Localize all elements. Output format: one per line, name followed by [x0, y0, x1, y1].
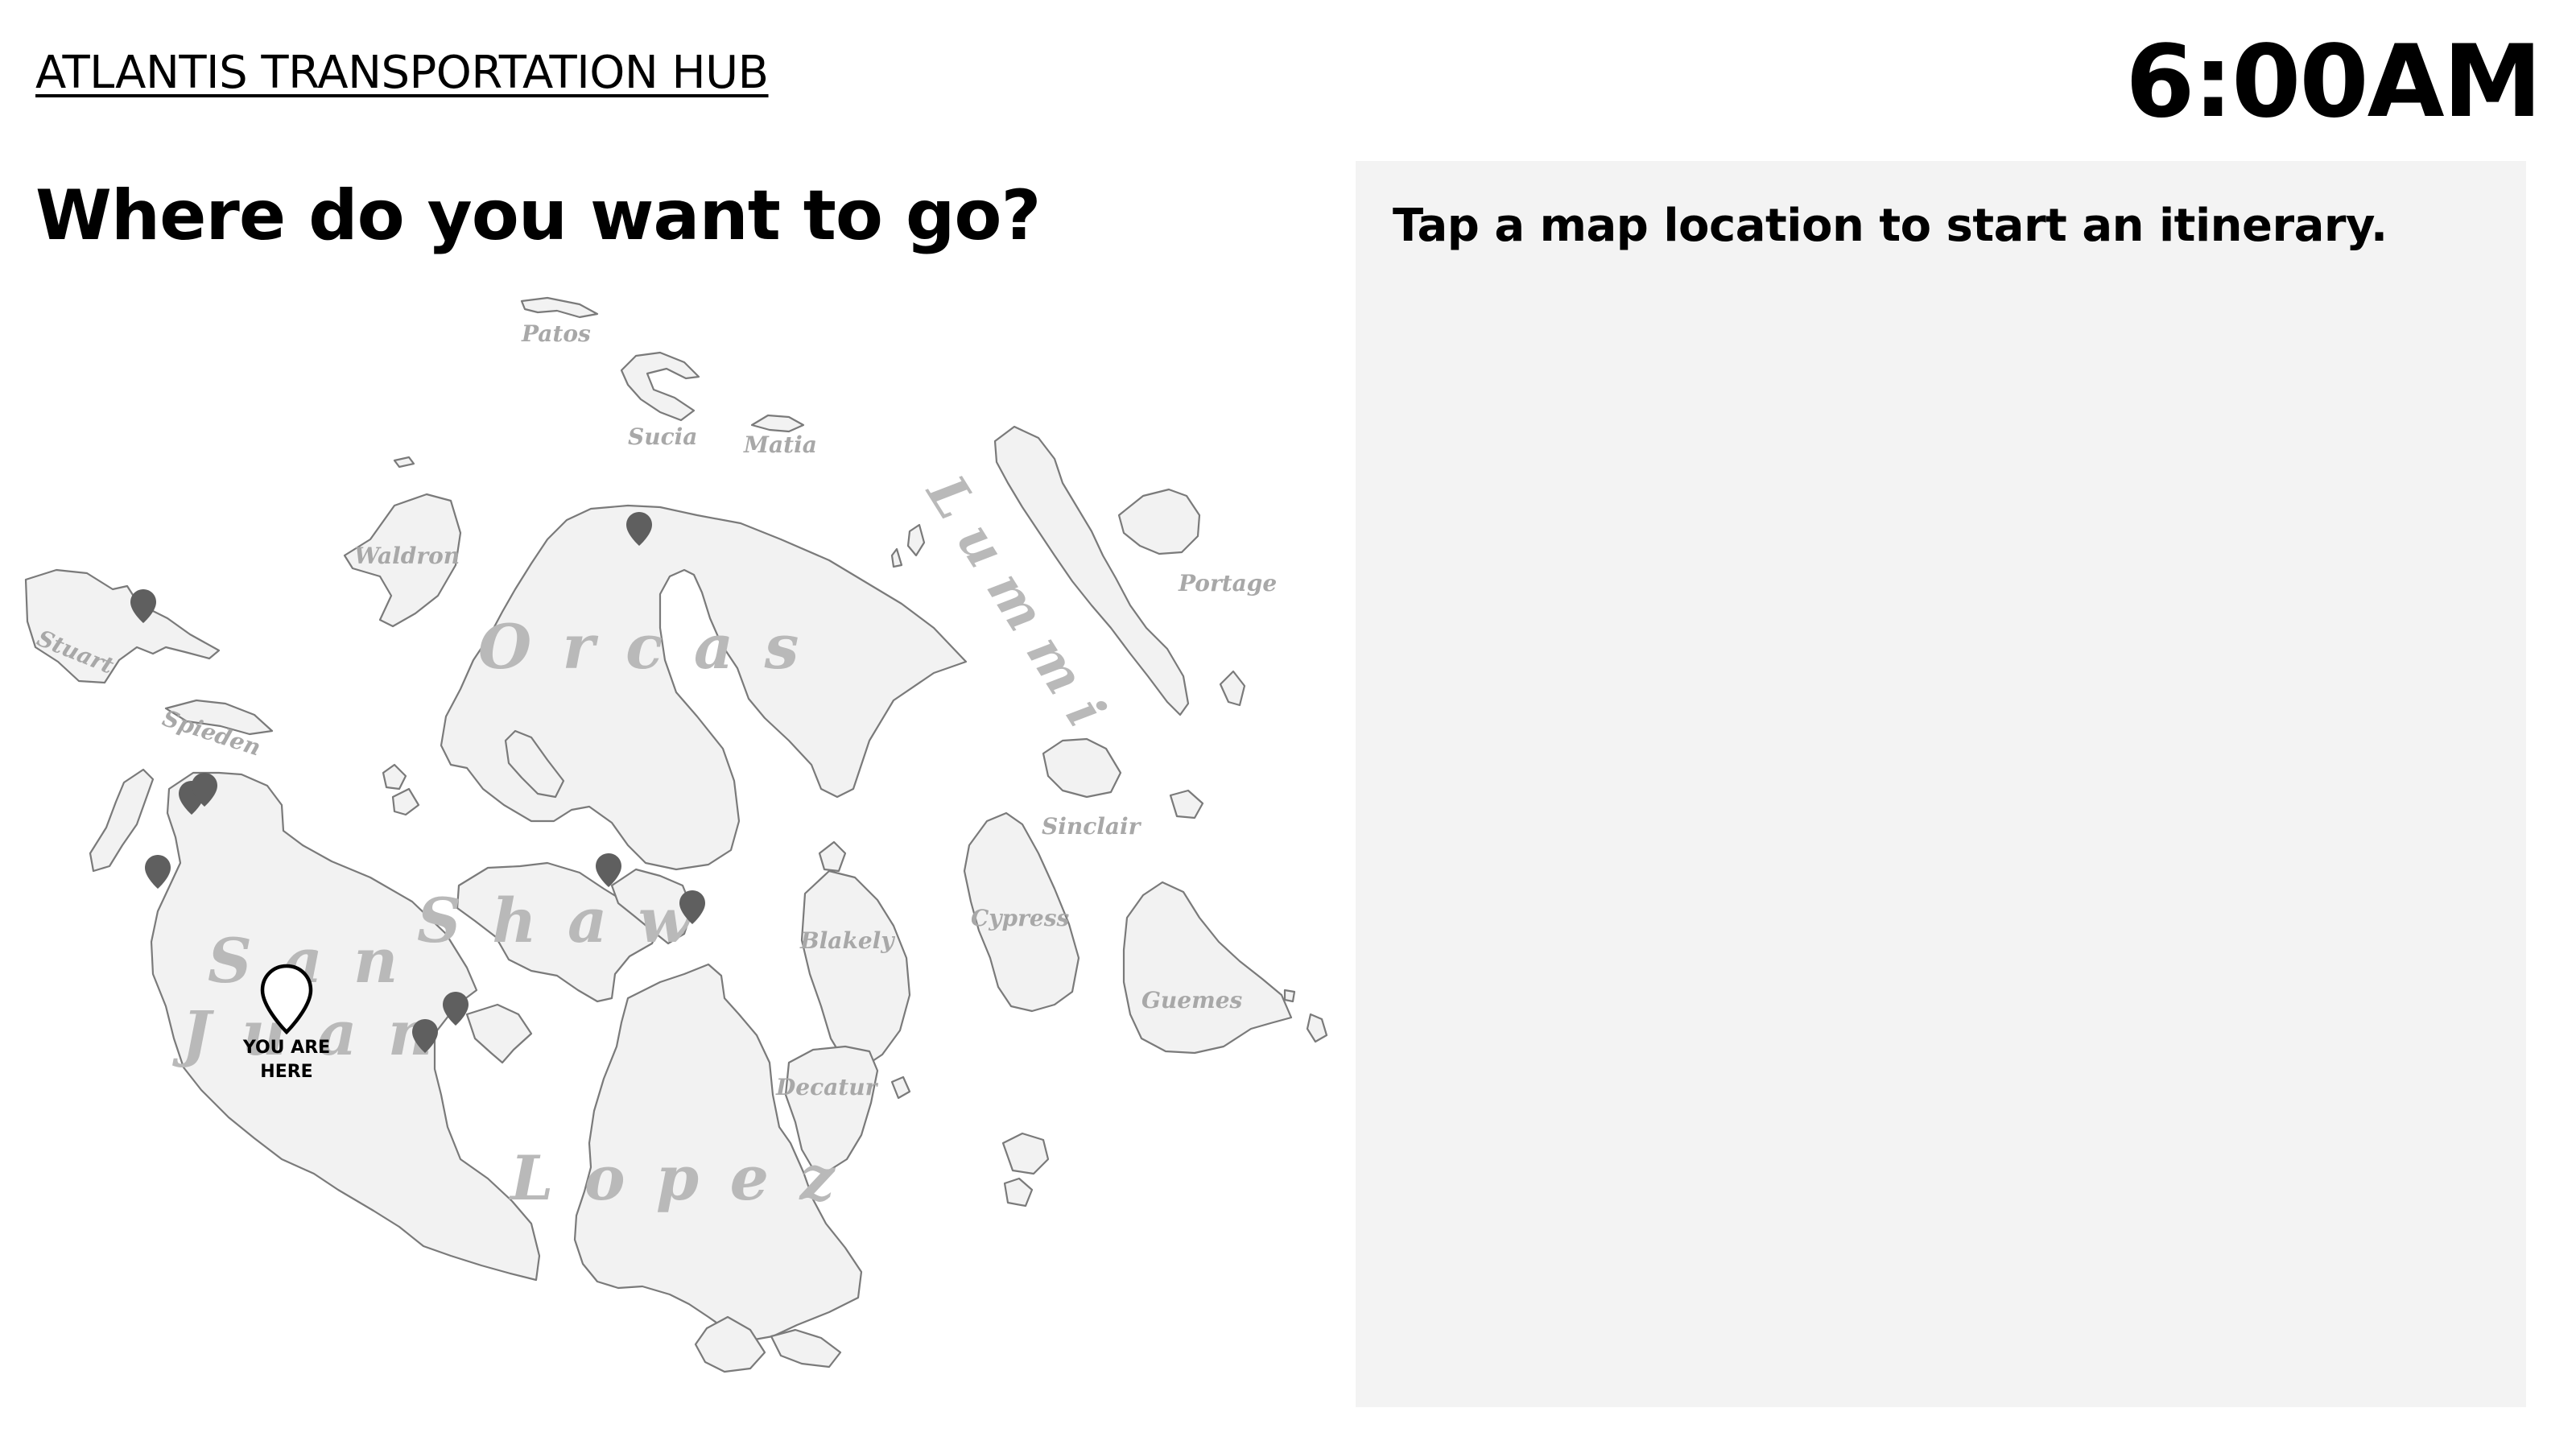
island-lopez-islet — [770, 1328, 842, 1368]
map-canvas[interactable]: O r c a s S h a w S a n J u a n L o p e … — [16, 290, 1344, 1385]
page-title: Where do you want to go? — [35, 175, 1041, 256]
rock-5 — [1283, 989, 1296, 1003]
island-johns — [89, 768, 155, 873]
location-pin[interactable] — [443, 992, 469, 1026]
label-lopez: L o p e z — [509, 1142, 840, 1214]
label-waldron: Waldron — [354, 543, 460, 569]
label-cypress: Cypress — [971, 905, 1069, 931]
label-matia: Matia — [743, 431, 817, 458]
hub-title: ATLANTIS TRANSPORTATION HUB — [35, 47, 769, 99]
island-obstruction — [818, 840, 847, 873]
rock-3 — [890, 547, 903, 568]
label-sinclair: Sinclair — [1042, 813, 1142, 840]
island-frost — [382, 763, 407, 791]
island-east-islet — [1219, 670, 1246, 707]
island-orcas — [440, 504, 968, 871]
island-patos — [520, 296, 599, 319]
rock-2 — [906, 523, 926, 557]
rock-1 — [393, 456, 415, 469]
label-orcas: O r c a s — [478, 611, 803, 683]
itinerary-hint: Tap a map location to start an itinerary… — [1393, 200, 2388, 252]
island-vendovi — [1169, 789, 1204, 819]
island-map[interactable]: O r c a s S h a w S a n J u a n L o p e … — [16, 290, 1344, 1385]
island-pearl — [465, 1003, 533, 1064]
island-blakely — [800, 869, 911, 1069]
label-portage: Portage — [1178, 570, 1277, 597]
rock-4 — [1306, 1013, 1328, 1043]
you-are-here-line2: HERE — [260, 1062, 312, 1082]
island-sucia — [620, 351, 700, 422]
label-patos: Patos — [521, 320, 591, 347]
itinerary-panel: Tap a map location to start an itinerary… — [1356, 161, 2526, 1407]
island-saddlebag — [1003, 1177, 1034, 1208]
island-sinclair — [1042, 737, 1122, 799]
island-guemes — [1122, 881, 1293, 1055]
clock: 6:00AM — [2125, 24, 2542, 140]
label-sucia: Sucia — [628, 423, 697, 450]
you-are-here-line1: YOU ARE — [242, 1038, 330, 1058]
label-shaw: S h a w — [417, 885, 696, 956]
label-guemes: Guemes — [1141, 987, 1243, 1013]
island-brown — [391, 787, 420, 816]
location-pin[interactable] — [145, 855, 171, 889]
island-james — [890, 1075, 911, 1100]
island-hat — [1001, 1132, 1050, 1175]
island-stuart — [24, 568, 221, 684]
island-portage — [1117, 488, 1201, 555]
label-blakely: Blakely — [799, 927, 895, 954]
island-matia — [750, 414, 805, 433]
label-decatur: Decatur — [775, 1074, 879, 1100]
